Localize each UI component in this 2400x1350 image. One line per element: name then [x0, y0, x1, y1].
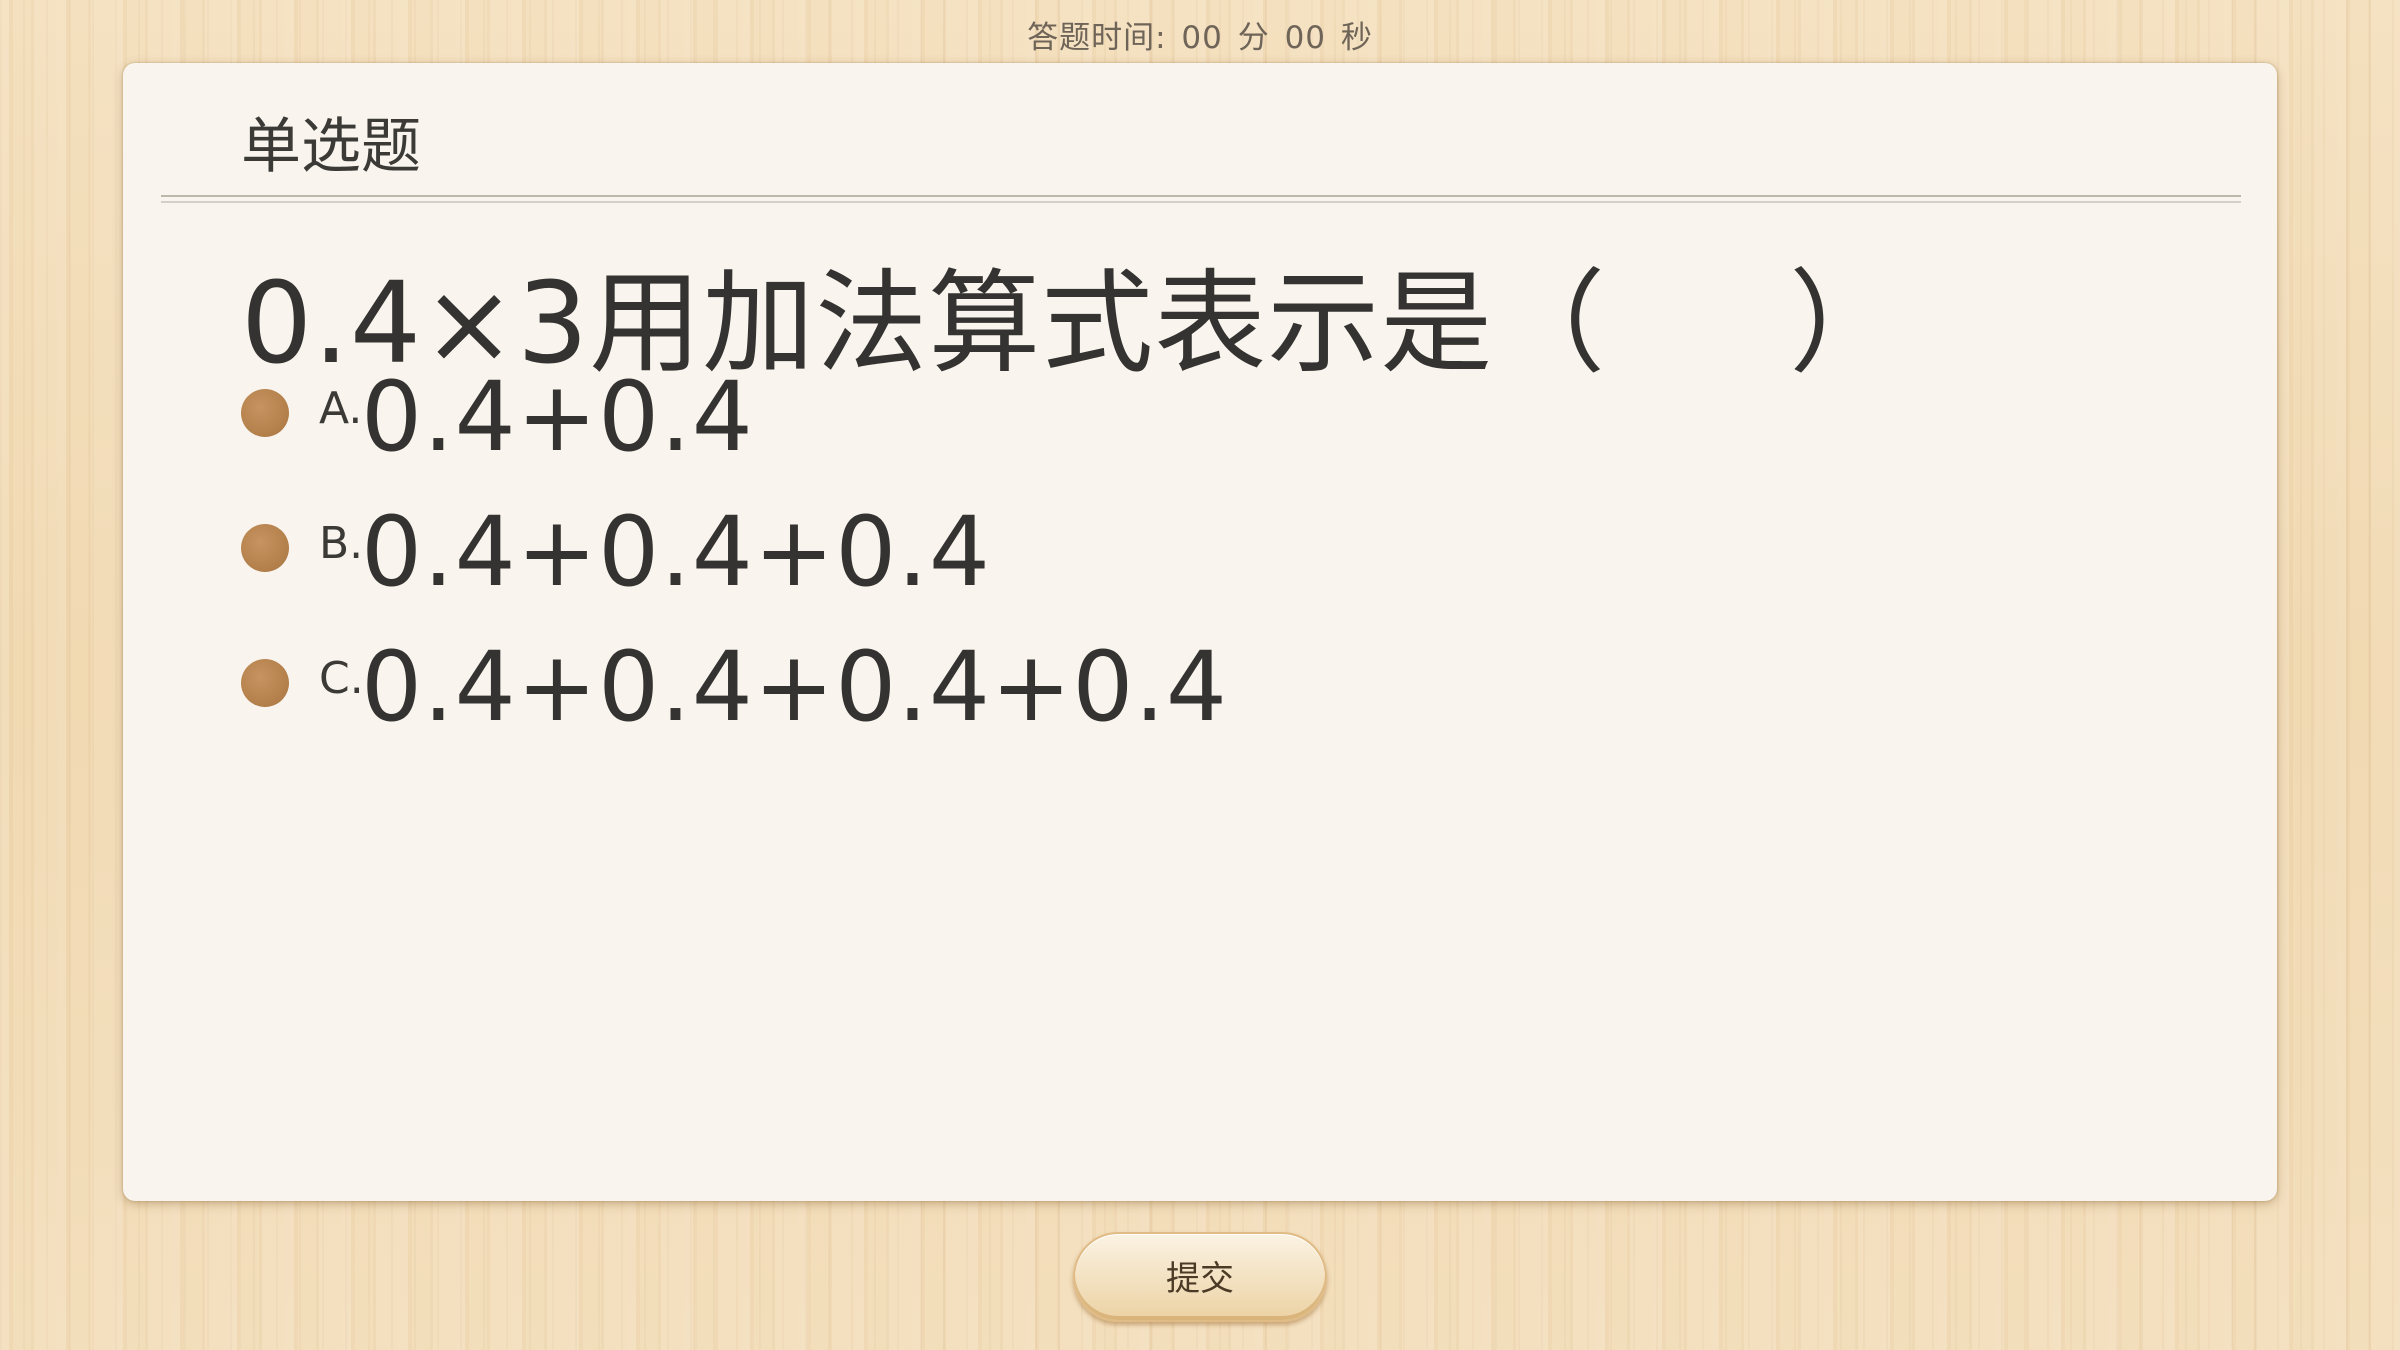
question-card: 单选题 0.4×3用加法算式表示是（ ） A. 0.4+0.4 B. 0.4+0… — [123, 63, 2277, 1201]
option-a-text: 0.4+0.4 — [361, 361, 754, 473]
option-b[interactable]: B. 0.4+0.4+0.4 — [241, 496, 991, 620]
option-c-text: 0.4+0.4+0.4+0.4 — [361, 631, 1228, 743]
option-c[interactable]: C. 0.4+0.4+0.4+0.4 — [241, 631, 1228, 755]
timer-minutes: 00 — [1181, 20, 1223, 56]
submit-button[interactable]: 提交 — [1073, 1232, 1327, 1322]
option-c-letter: C. — [319, 653, 364, 704]
option-a-letter: A. — [319, 383, 363, 434]
timer-seconds-unit: 秒 — [1340, 20, 1373, 56]
timer-minutes-unit: 分 — [1237, 20, 1270, 56]
option-b-radio[interactable] — [241, 524, 289, 572]
option-c-radio[interactable] — [241, 659, 289, 707]
answer-timer: 答题时间: 00 分 00 秒 — [0, 12, 2400, 57]
option-a[interactable]: A. 0.4+0.4 — [241, 361, 754, 485]
timer-seconds: 00 — [1284, 20, 1327, 56]
title-divider — [161, 195, 2241, 203]
timer-label: 答题时间: — [1027, 20, 1167, 56]
option-b-letter: B. — [319, 518, 364, 569]
question-type-title: 单选题 — [241, 112, 421, 182]
option-a-radio[interactable] — [241, 389, 289, 437]
option-b-text: 0.4+0.4+0.4 — [361, 496, 991, 608]
